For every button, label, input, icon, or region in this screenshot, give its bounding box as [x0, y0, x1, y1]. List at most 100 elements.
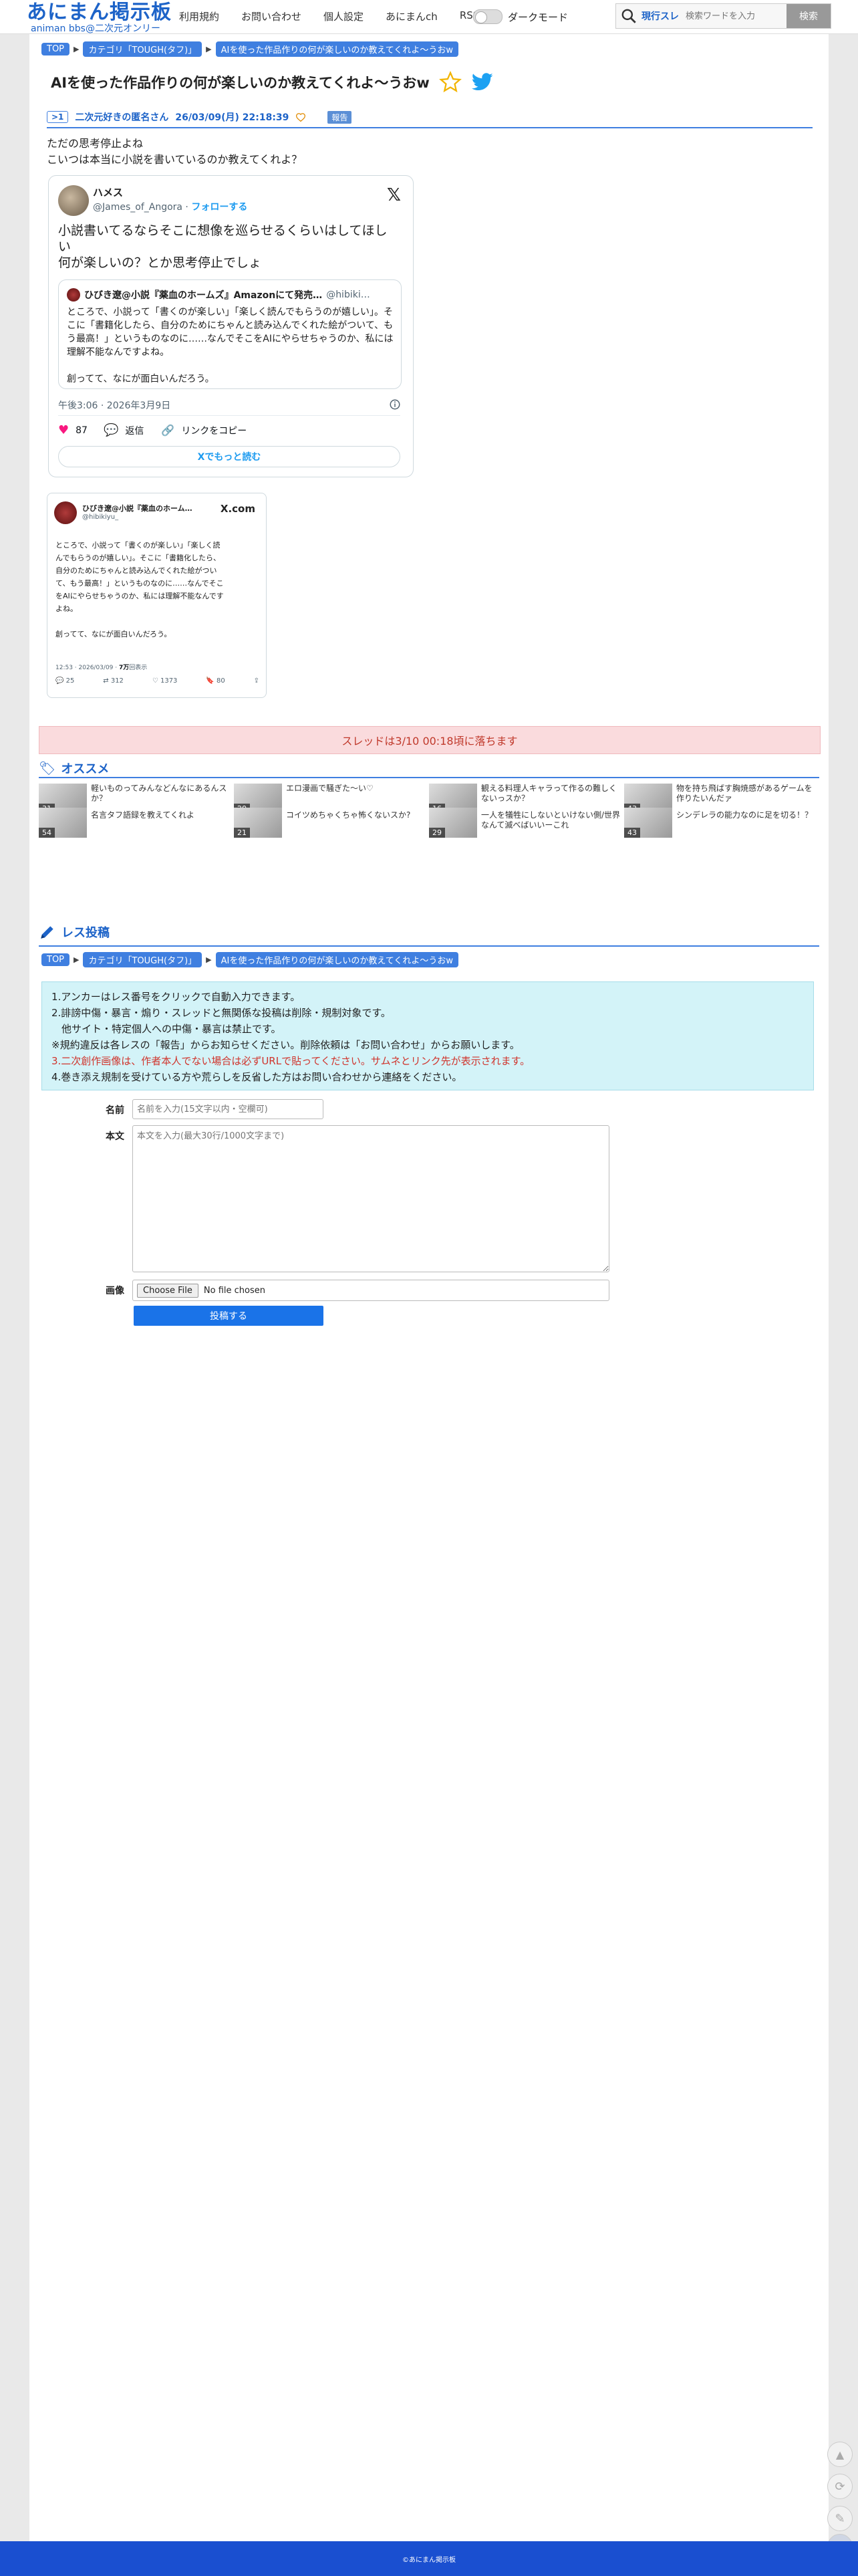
rule-line-warning: 3.二次創作画像は、作者本人でない場合は必ずURLで貼ってください。サムネとリン…: [51, 1055, 531, 1067]
breadcrumb-separator: ▶: [74, 45, 80, 53]
tweet-line: 何が楽しいの？とか思考停止でしょ: [58, 255, 262, 270]
tweet-embed: ハメス @James_of_Angora · フォローする 𝕏 小説書いてるなら…: [48, 175, 414, 477]
recommend-item[interactable]: 43 シンデレラの能力なのに足を切る！？: [624, 808, 818, 838]
site-logo[interactable]: あにまん掲示板 animan bbs@二次元オンリー: [27, 1, 172, 34]
site-header: あにまん掲示板 animan bbs@二次元オンリー 利用規約 お問い合わせ 個…: [0, 0, 858, 34]
like-stat: ♡ 1373: [152, 677, 178, 685]
name-input[interactable]: [132, 1099, 323, 1119]
heart-icon[interactable]: [295, 112, 306, 122]
comment-count: 54: [39, 828, 55, 838]
breadcrumb-category[interactable]: カテゴリ「TOUGH(タフ)」: [83, 41, 202, 57]
avatar[interactable]: [58, 185, 89, 216]
recommend-title: シンデレラの能力なのに足を切る！？: [676, 810, 813, 820]
breadcrumb-top[interactable]: TOP: [41, 43, 70, 55]
nav-animanch[interactable]: あにまんch: [386, 9, 449, 23]
tag-icon: 🏷: [39, 760, 56, 776]
tweet-author-handle[interactable]: @James_of_Angora: [93, 202, 182, 213]
rule-line: 他サイト・特定個人への中傷・暴言は禁止です。: [51, 1023, 281, 1035]
nav-settings[interactable]: 個人設定: [323, 9, 375, 23]
dark-mode-toggle[interactable]: [473, 9, 503, 24]
tweet-card-image[interactable]: ひびき遼@小説『薬血のホーム… @hibikiyu_ X.com ところで、小説…: [47, 493, 267, 698]
recommend-item[interactable]: 54 名言タフ語録を教えてくれよ: [39, 808, 233, 838]
tweet-line: 創ってて、なにが面白いんだろう。: [55, 630, 172, 638]
tweet-author-name[interactable]: ハメス: [93, 185, 123, 199]
post-body: ただの思考停止よね こいつは本当に小説を書いているのか教えてくれよ？: [47, 136, 302, 168]
breadcrumb: TOP ▶ カテゴリ「TOUGH(タフ)」 ▶ AIを使った作品作りの何が楽しい…: [41, 41, 458, 57]
post-line: こいつは本当に小説を書いているのか教えてくれよ？: [47, 153, 303, 166]
tweet-line: 自分のためにちゃんと読み込んでくれた絵がつい: [55, 566, 217, 575]
comment-count: 21: [234, 828, 250, 838]
quoted-author-handle: @hibiki…: [326, 289, 370, 300]
search-hot-link[interactable]: 現行スレ: [641, 9, 679, 23]
like-count: 1373: [160, 677, 178, 685]
share-icon: ⇪: [253, 677, 259, 685]
recommend-title: 名言タフ語録を教えてくれよ: [91, 810, 195, 820]
recommend-title: エロ漫画で騒ぎた～い♡: [286, 784, 374, 793]
post-line: ただの思考停止よね: [47, 137, 144, 150]
search-icon[interactable]: [620, 7, 637, 25]
breadcrumb-top[interactable]: TOP: [41, 953, 70, 966]
name-label: 名前: [106, 1105, 124, 1116]
divider: [58, 415, 400, 416]
top-nav: 利用規約 お問い合わせ 個人設定 あにまんch RSS: [179, 9, 501, 23]
recommend-item[interactable]: 21 コイツめちゃくちゃ怖くないスか?: [234, 808, 428, 838]
choose-file-button[interactable]: Choose File: [137, 1283, 198, 1298]
read-more-on-x-button[interactable]: Xでもっと読む: [58, 446, 400, 467]
reply-bubble-icon[interactable]: 💬: [104, 423, 118, 437]
logo-sub: animan bbs@二次元オンリー: [31, 23, 160, 34]
report-button[interactable]: 報告: [327, 110, 352, 124]
rule-line: 1.アンカーはレス番号をクリックで自動入力できます。: [51, 991, 301, 1003]
comment-count: 29: [429, 828, 445, 838]
nav-terms[interactable]: 利用規約: [179, 9, 231, 23]
view-count: 7万: [118, 665, 130, 671]
breadcrumb: TOP ▶ カテゴリ「TOUGH(タフ)」 ▶ AIを使った作品作りの何が楽しい…: [41, 952, 458, 967]
quoted-author-name: ひびき遼@小説『薬血のホームズ』Amazonにて発売…: [84, 290, 323, 301]
breadcrumb-category[interactable]: カテゴリ「TOUGH(タフ)」: [83, 952, 202, 967]
body-label: 本文: [106, 1131, 124, 1142]
breadcrumb-separator: ▶: [74, 955, 80, 964]
rule-line: 4.巻き添え規制を受けている方や荒らしを反省した方はお問い合わせから連絡をくださ…: [51, 1071, 462, 1083]
favorite-star-icon[interactable]: [438, 71, 462, 94]
reply-label[interactable]: 返信: [125, 424, 144, 437]
link-icon[interactable]: 🔗: [161, 424, 174, 437]
reload-button[interactable]: ⟳: [827, 2474, 853, 2499]
tweet-text: ところで、小説って「書くのが楽しい」「楽しく読 んでもらうのが嬉しい」。そこに「…: [55, 539, 259, 640]
recommend-title: コイツめちゃくちゃ怖くないスか?: [286, 810, 411, 820]
nav-contact[interactable]: お問い合わせ: [241, 9, 313, 23]
breadcrumb-separator: ▶: [206, 955, 212, 964]
follow-link[interactable]: フォローする: [191, 202, 247, 213]
breadcrumb-thread[interactable]: AIを使った作品作りの何が楽しいのか教えてくれよ～うおw: [215, 41, 458, 57]
scroll-top-button[interactable]: ▲: [827, 2442, 853, 2467]
avatar: [54, 501, 77, 524]
search-bar: 現行スレ 検索: [615, 3, 831, 29]
breadcrumb-thread[interactable]: AIを使った作品作りの何が楽しいのか教えてくれよ～うおw: [215, 952, 458, 967]
x-com-brand: X.com: [220, 503, 255, 515]
tweet-line: をAIにやらせちゃうのか、私には理解不能なんです: [55, 592, 224, 600]
copy-link-label[interactable]: リンクをコピー: [181, 424, 247, 437]
search-button[interactable]: 検索: [786, 4, 831, 28]
tweet-text: 小説書いてるならそこに想像を巡らせるくらいはしてほしい 何が楽しいの？とか思考停…: [58, 223, 399, 271]
retweet-count: 312: [110, 677, 124, 685]
tweet-line: んでもらうのが嬉しい」。そこに「書籍化したら、: [55, 554, 221, 562]
twitter-share-icon[interactable]: [471, 72, 494, 92]
dark-mode-label: ダークモード: [508, 11, 569, 23]
quoted-tweet[interactable]: ひびき遼@小説『薬血のホームズ』Amazonにて発売… @hibiki… ところ…: [58, 279, 402, 389]
recommend-label: オススメ: [61, 762, 110, 776]
search-input[interactable]: [684, 10, 780, 22]
recommend-item[interactable]: 29 一人を犠牲にしないといけない側/世界なんて滅べばいいーこれ: [429, 808, 623, 838]
submit-post-button[interactable]: 投稿する: [134, 1306, 323, 1326]
reply-section-title: レス投稿: [61, 926, 110, 940]
recommend-title: 観える料理人キャラって作るの難しくないっスか？: [481, 784, 617, 803]
tweet-time: 12:53 · 2026/03/09 ·: [55, 665, 119, 671]
post-number[interactable]: >1: [47, 111, 69, 123]
like-heart-icon[interactable]: ♥: [58, 423, 69, 437]
thread-title-row: AIを使った作品作りの何が楽しいのか教えてくれよ～うおw: [51, 71, 494, 94]
body-textarea[interactable]: [132, 1125, 609, 1272]
dark-mode-control: ダークモード: [473, 9, 568, 24]
x-logo-icon[interactable]: 𝕏: [387, 185, 401, 205]
write-button[interactable]: ✎: [827, 2506, 853, 2531]
tweet-timestamp[interactable]: 午後3:06 · 2026年3月9日: [58, 398, 170, 412]
image-label: 画像: [106, 1286, 124, 1296]
info-icon[interactable]: [389, 398, 401, 411]
thread-expiry-notice: スレッドは3/10 00:18頃に落ちます: [39, 726, 821, 754]
